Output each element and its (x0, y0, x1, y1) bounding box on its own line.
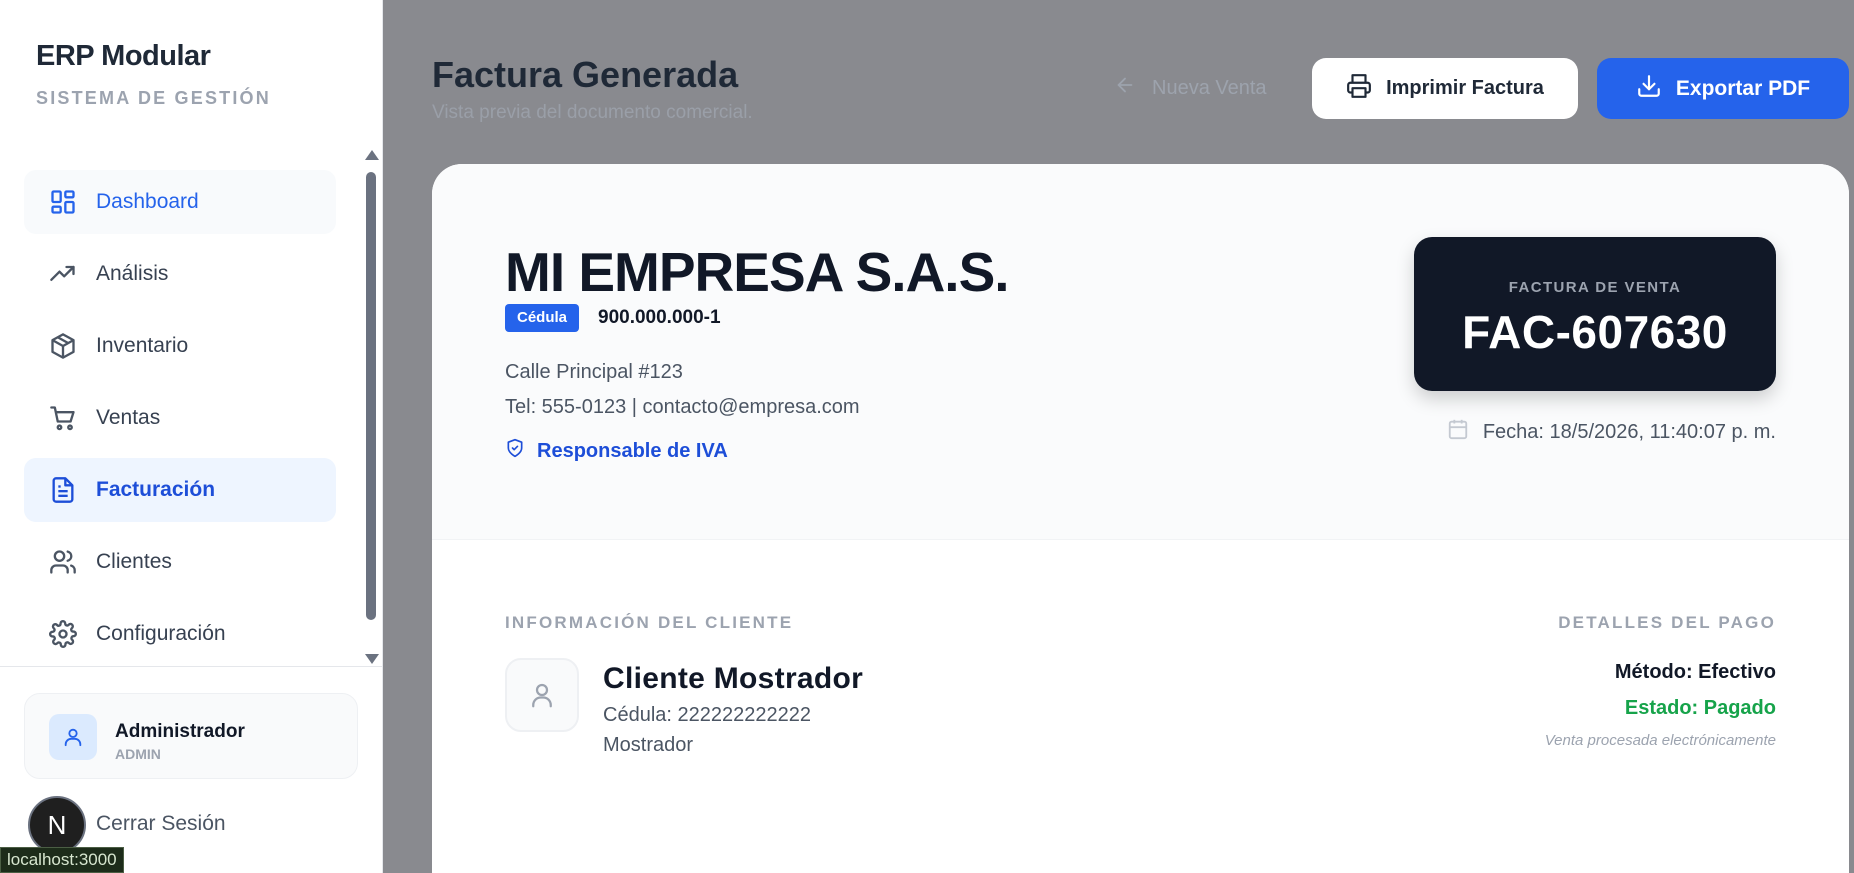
gear-icon (48, 619, 78, 649)
user-role: ADMIN (115, 746, 161, 762)
invoice-number: FAC-607630 (1462, 306, 1728, 358)
logout-button[interactable]: Cerrar Sesión (96, 812, 226, 836)
sidebar-item-facturacion[interactable]: Facturación (24, 458, 336, 522)
invoice-date-label: Fecha: 18/5/2026, 11:40:07 p. m. (1482, 420, 1776, 443)
sidebar-item-dashboard[interactable]: Dashboard (24, 170, 336, 234)
sidebar-item-inventario[interactable]: Inventario (24, 314, 336, 378)
print-invoice-button[interactable]: Imprimir Factura (1312, 58, 1578, 119)
arrow-left-icon (1114, 74, 1136, 102)
user-name: Administrador (115, 721, 245, 742)
new-sale-button[interactable]: Nueva Venta (1114, 74, 1267, 102)
cart-icon (48, 403, 78, 433)
nextjs-dev-badge[interactable]: N (28, 796, 86, 854)
client-type: Mostrador (603, 734, 694, 756)
id-type-badge: Cédula (505, 304, 580, 332)
invoice-document: MI EMPRESA S.A.S. Cédula 900.000.000-1 C… (432, 164, 1849, 873)
sidebar-item-configuracion[interactable]: Configuración (24, 602, 336, 666)
tax-regime: Responsable de IVA (505, 438, 728, 464)
company-name: MI EMPRESA S.A.S. (505, 241, 1010, 303)
page-title: Factura Generada (432, 54, 739, 95)
client-id: Cédula: 222222222222 (603, 704, 811, 726)
client-name: Cliente Mostrador (603, 662, 864, 695)
invoice-doc-label: FACTURA DE VENTA (1508, 279, 1682, 296)
sidebar-item-label: Configuración (96, 622, 226, 645)
company-id-number: 900.000.000-1 (598, 307, 721, 328)
sidebar-item-clientes[interactable]: Clientes (24, 530, 336, 594)
print-invoice-label: Imprimir Factura (1386, 77, 1544, 99)
scroll-thumb[interactable] (366, 172, 376, 620)
sidebar-item-label: Facturación (96, 478, 216, 501)
payment-note: Venta procesada electrónicamente (1544, 732, 1776, 749)
new-sale-label: Nueva Venta (1152, 76, 1267, 99)
export-pdf-button[interactable]: Exportar PDF (1597, 58, 1849, 119)
sidebar-item-label: Ventas (96, 406, 161, 429)
scroll-down-arrow-icon[interactable] (365, 654, 379, 664)
invoice-header: MI EMPRESA S.A.S. Cédula 900.000.000-1 C… (432, 164, 1849, 540)
brand-title: ERP Modular (36, 40, 211, 72)
trending-up-icon (48, 259, 78, 289)
brand-subtitle: SISTEMA DE GESTIÓN (36, 88, 271, 108)
user-icon (49, 714, 97, 760)
printer-icon (1346, 73, 1372, 105)
export-pdf-label: Exportar PDF (1675, 76, 1811, 100)
invoice-number-box: FACTURA DE VENTA FAC-607630 (1414, 237, 1776, 391)
calendar-icon (1447, 418, 1469, 446)
sidebar-item-label: Inventario (96, 334, 189, 357)
sidebar-scrollbar[interactable] (363, 150, 379, 664)
payment-details-heading: DETALLES DEL PAGO (1558, 613, 1776, 632)
shield-check-icon (505, 438, 525, 464)
payment-method: Método: Efectivo (1614, 661, 1776, 683)
tax-regime-label: Responsable de IVA (537, 439, 728, 462)
sidebar-item-analisis[interactable]: Análisis (24, 242, 336, 306)
sidebar-item-label: Clientes (96, 550, 172, 573)
client-info-heading: INFORMACIÓN DEL CLIENTE (505, 613, 794, 632)
client-avatar-icon (505, 658, 579, 732)
company-address: Calle Principal #123 (505, 361, 683, 383)
dashboard-icon (48, 187, 78, 217)
payment-status: Estado: Pagado (1624, 697, 1776, 719)
sidebar-item-label: Análisis (96, 262, 169, 285)
sidebar-item-label: Dashboard (96, 190, 199, 213)
file-text-icon (48, 475, 78, 505)
company-contact: Tel: 555-0123 | contacto@empresa.com (505, 396, 860, 418)
user-card: Administrador ADMIN (24, 693, 358, 779)
status-url-tooltip: localhost:3000 (0, 847, 124, 873)
scroll-up-arrow-icon[interactable] (365, 150, 379, 160)
sidebar: ERP Modular SISTEMA DE GESTIÓN Dashboard… (0, 0, 383, 873)
package-icon (48, 331, 78, 361)
download-icon (1636, 73, 1662, 105)
page-subtitle: Vista previa del documento comercial. (432, 102, 753, 123)
sidebar-item-ventas[interactable]: Ventas (24, 386, 336, 450)
users-icon (48, 547, 78, 577)
invoice-date: Fecha: 18/5/2026, 11:40:07 p. m. (1447, 418, 1776, 446)
